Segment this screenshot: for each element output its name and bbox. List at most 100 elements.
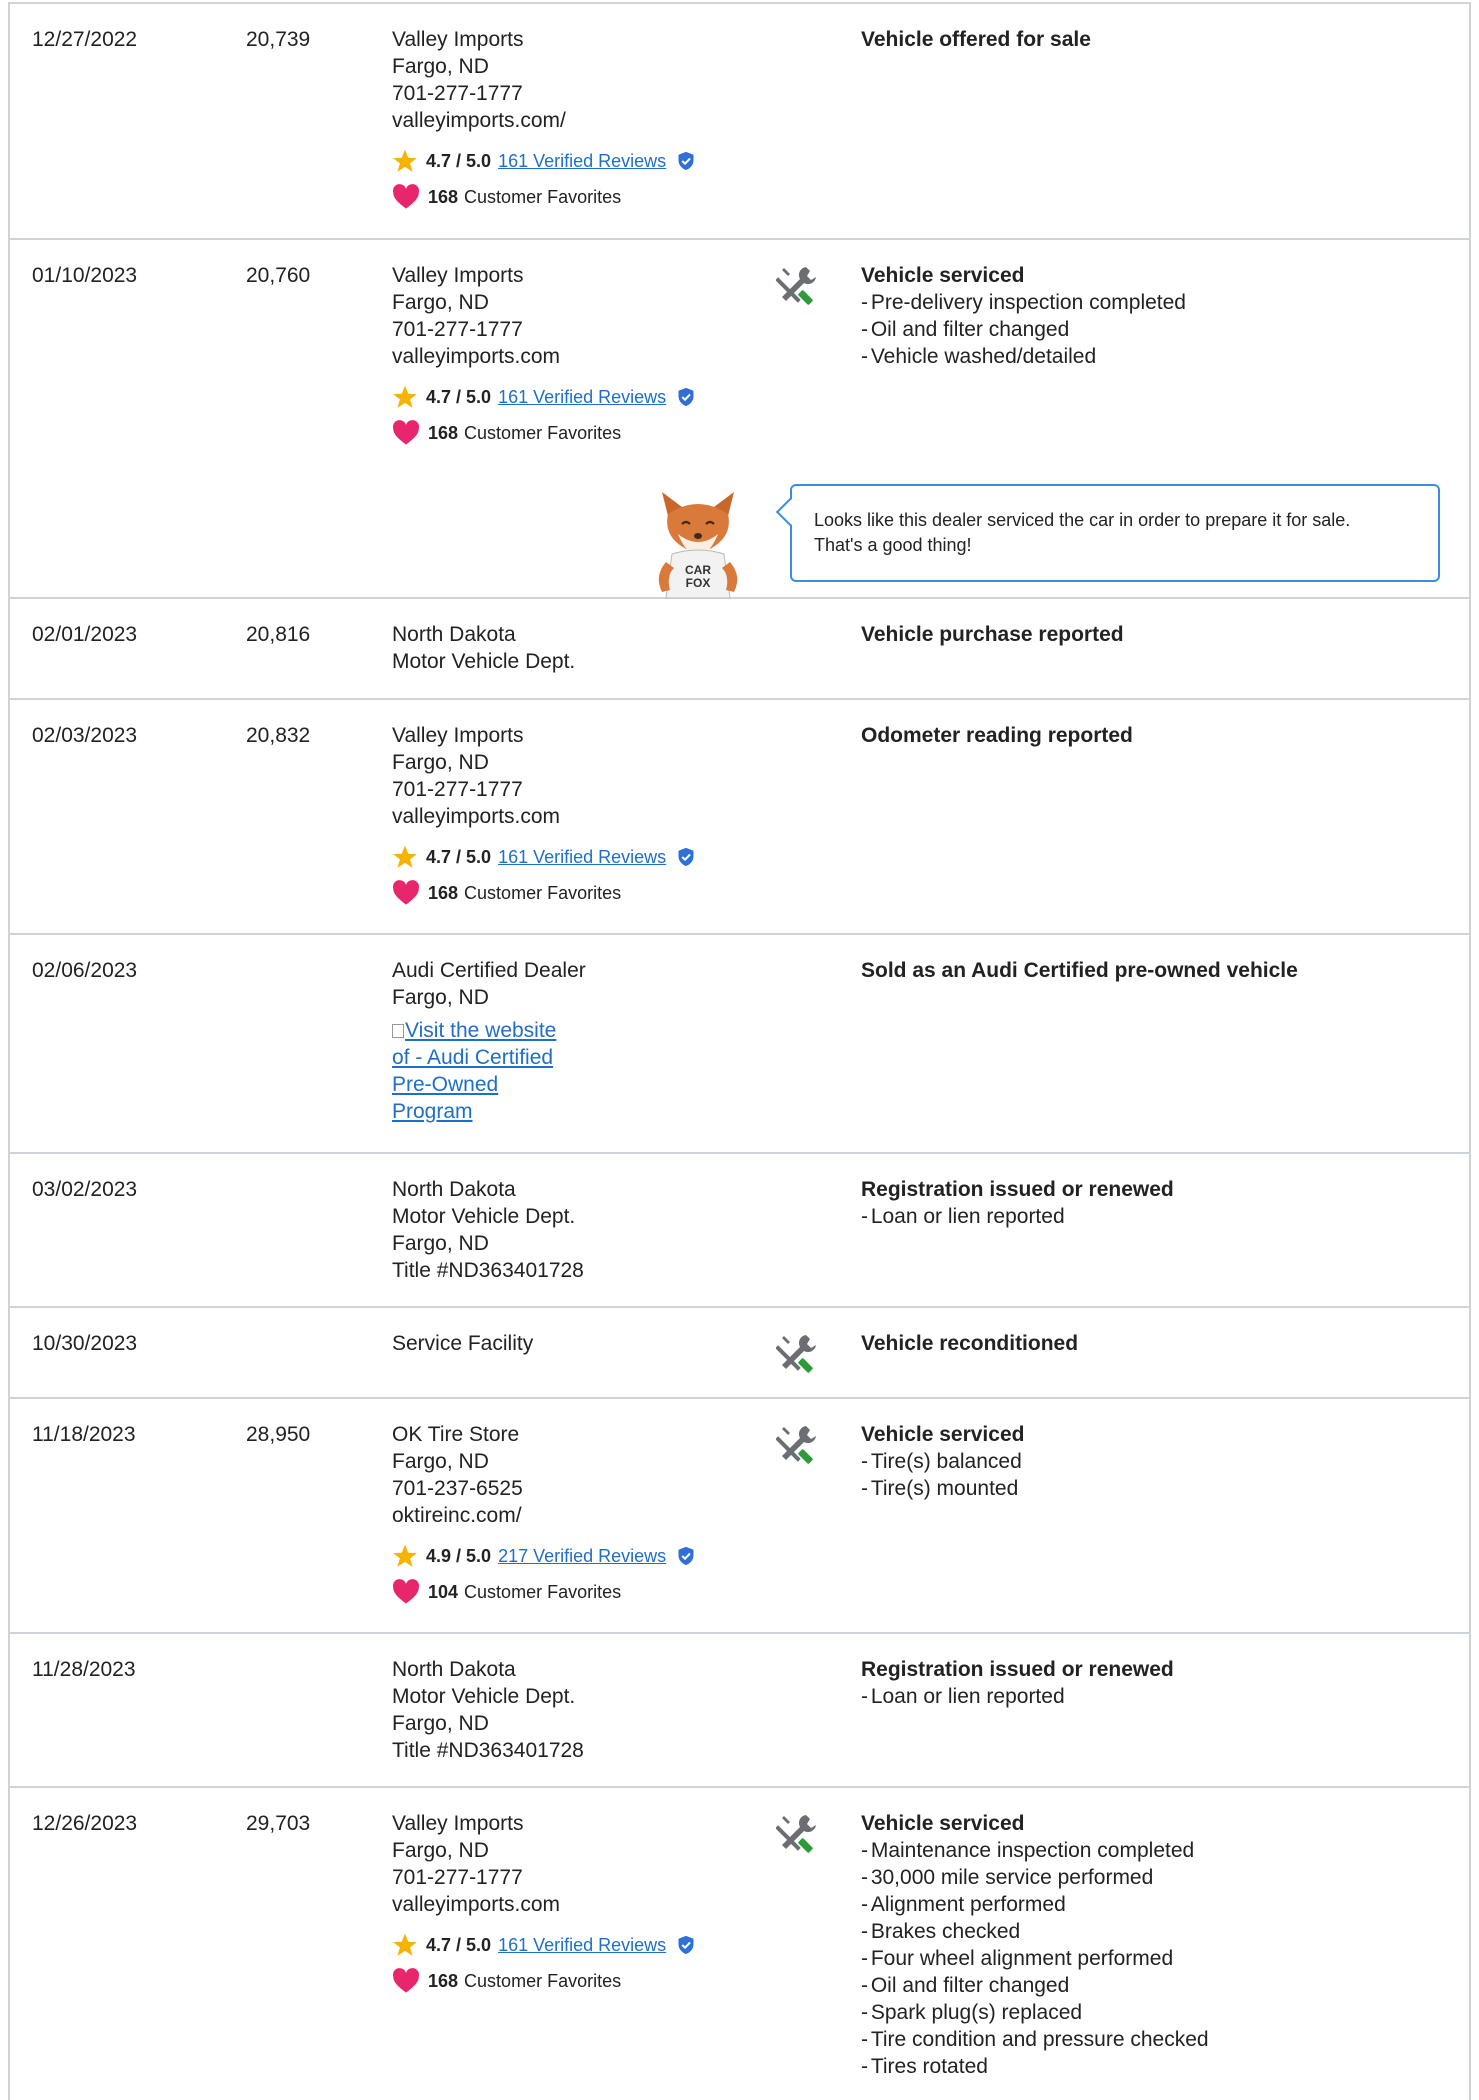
star-icon <box>393 149 417 172</box>
verified-badge-icon <box>678 151 694 171</box>
source-website: valleyimports.com <box>392 805 561 828</box>
record-date: 02/06/2023 <box>32 959 138 982</box>
tip-line: That's a good thing! <box>814 535 972 555</box>
history-record: 02/06/2023 Audi Certified Dealer Fargo, … <box>10 935 1469 1154</box>
rating-score: 4.9 / 5.0 <box>426 1545 492 1566</box>
favorites-count: 168 <box>428 422 459 443</box>
record-source: Valley Imports Fargo, ND 701-277-1777 va… <box>392 722 752 906</box>
history-record: 10/30/2023 Service Facility Vehicle reco… <box>10 1308 1469 1399</box>
detail-title: Odometer reading reported <box>861 724 1133 747</box>
detail-item: 30,000 mile service performed <box>861 1864 1421 1891</box>
record-source: North Dakota Motor Vehicle Dept. Fargo, … <box>392 1176 752 1284</box>
source-department: Motor Vehicle Dept. <box>392 650 576 673</box>
record-source: North Dakota Motor Vehicle Dept. <box>392 621 752 675</box>
record-source: OK Tire Store Fargo, ND 701-237-6525 okt… <box>392 1421 752 1605</box>
source-location: Fargo, ND <box>392 55 489 78</box>
wrench-screwdriver-icon <box>776 1335 816 1373</box>
star-icon <box>393 1544 417 1567</box>
record-details: Vehicle serviced Maintenance inspection … <box>861 1810 1421 2080</box>
source-location: Fargo, ND <box>392 1712 489 1735</box>
audi-cpo-link-text: Visit the website of - Audi Certified Pr… <box>392 1019 557 1123</box>
source-title-number: Title #ND363401728 <box>392 1259 584 1282</box>
record-details: Registration issued or renewed Loan or l… <box>861 1656 1421 1710</box>
source-website: oktireinc.com/ <box>392 1504 522 1527</box>
source-location: Fargo, ND <box>392 1450 489 1473</box>
record-odometer: 20,739 <box>246 28 311 51</box>
heart-icon <box>392 1968 420 1993</box>
record-date: 02/01/2023 <box>32 623 138 646</box>
verified-badge-icon <box>678 847 694 867</box>
record-details: Registration issued or renewed Loan or l… <box>861 1176 1421 1230</box>
detail-item: Tire condition and pressure checked <box>861 2026 1421 2053</box>
record-source: Audi Certified Dealer Fargo, ND Visit th… <box>392 957 752 1125</box>
record-details: Vehicle serviced Tire(s) balanced Tire(s… <box>861 1421 1421 1502</box>
detail-title: Sold as an Audi Certified pre-owned vehi… <box>861 959 1298 982</box>
detail-title: Vehicle serviced <box>861 1812 1025 1835</box>
detail-title: Registration issued or renewed <box>861 1178 1174 1201</box>
wrench-screwdriver-icon <box>776 1426 816 1464</box>
source-location: Fargo, ND <box>392 1232 489 1255</box>
dealer-rating: 4.7 / 5.0 161 Verified Reviews <box>392 384 752 410</box>
dealer-rating: 4.7 / 5.0 161 Verified Reviews <box>392 1932 752 1958</box>
star-icon <box>393 385 417 408</box>
verified-reviews-link[interactable]: 161 Verified Reviews <box>498 1932 666 1959</box>
detail-item: Loan or lien reported <box>861 1683 1421 1710</box>
customer-favorites: 168 Customer Favorites <box>392 184 752 210</box>
vehicle-history-table: 12/27/2022 20,739 Valley Imports Fargo, … <box>8 2 1471 2100</box>
history-record: 02/03/2023 20,832 Valley Imports Fargo, … <box>10 700 1469 935</box>
dealer-rating: 4.7 / 5.0 161 Verified Reviews <box>392 844 752 870</box>
record-details: Vehicle purchase reported <box>861 621 1421 648</box>
source-name: Valley Imports <box>392 28 524 51</box>
source-name: Valley Imports <box>392 264 524 287</box>
record-details: Sold as an Audi Certified pre-owned vehi… <box>861 957 1421 984</box>
record-source: Valley Imports Fargo, ND 701-277-1777 va… <box>392 262 752 446</box>
dealer-rating: 4.9 / 5.0 217 Verified Reviews <box>392 1543 752 1569</box>
favorites-label: Customer Favorites <box>464 1970 622 1991</box>
dealer-rating: 4.7 / 5.0 161 Verified Reviews <box>392 148 752 174</box>
source-name: Service Facility <box>392 1332 534 1355</box>
detail-item: Four wheel alignment performed <box>861 1945 1421 1972</box>
record-odometer: 28,950 <box>246 1423 311 1446</box>
verified-reviews-link[interactable]: 161 Verified Reviews <box>498 384 666 411</box>
verified-reviews-link[interactable]: 161 Verified Reviews <box>498 148 666 175</box>
star-icon <box>393 1933 417 1956</box>
detail-item: Tires rotated <box>861 2053 1421 2080</box>
detail-item: Oil and filter changed <box>861 1972 1421 1999</box>
record-odometer: 20,816 <box>246 623 311 646</box>
heart-icon <box>392 880 420 905</box>
customer-favorites: 104 Customer Favorites <box>392 1579 752 1605</box>
heart-icon <box>392 420 420 445</box>
detail-title: Vehicle offered for sale <box>861 28 1091 51</box>
heart-icon <box>392 1579 420 1604</box>
verified-reviews-link[interactable]: 161 Verified Reviews <box>498 844 666 871</box>
mascot-shirt-text: FOX <box>686 576 711 590</box>
detail-item: Maintenance inspection completed <box>861 1837 1421 1864</box>
verified-reviews-link[interactable]: 217 Verified Reviews <box>498 1543 666 1570</box>
rating-score: 4.7 / 5.0 <box>426 846 492 867</box>
customer-favorites: 168 Customer Favorites <box>392 880 752 906</box>
source-location: Fargo, ND <box>392 1839 489 1862</box>
detail-title: Vehicle serviced <box>861 1423 1025 1446</box>
verified-badge-icon <box>678 1546 694 1566</box>
source-phone: 701-237-6525 <box>392 1477 523 1500</box>
detail-title: Vehicle purchase reported <box>861 623 1124 646</box>
detail-title: Vehicle serviced <box>861 264 1025 287</box>
carfox-tip-bubble: Looks like this dealer serviced the car … <box>790 484 1440 582</box>
source-title-number: Title #ND363401728 <box>392 1739 584 1762</box>
favorites-count: 168 <box>428 186 459 207</box>
history-record: 03/02/2023 North Dakota Motor Vehicle De… <box>10 1154 1469 1308</box>
audi-cpo-website-link[interactable]: Visit the website of - Audi Certified Pr… <box>392 1017 562 1125</box>
rating-score: 4.7 / 5.0 <box>426 150 492 171</box>
tip-line: Looks like this dealer serviced the car … <box>814 510 1351 530</box>
favorites-label: Customer Favorites <box>464 882 622 903</box>
wrench-screwdriver-icon <box>776 267 816 305</box>
favorites-label: Customer Favorites <box>464 186 622 207</box>
source-name: Audi Certified Dealer <box>392 959 586 982</box>
star-icon <box>393 845 417 868</box>
source-phone: 701-277-1777 <box>392 82 523 105</box>
source-name: Valley Imports <box>392 1812 524 1835</box>
record-date: 12/27/2022 <box>32 28 138 51</box>
record-source: North Dakota Motor Vehicle Dept. Fargo, … <box>392 1656 752 1764</box>
record-date: 11/18/2023 <box>32 1423 136 1446</box>
favorites-label: Customer Favorites <box>464 422 622 443</box>
